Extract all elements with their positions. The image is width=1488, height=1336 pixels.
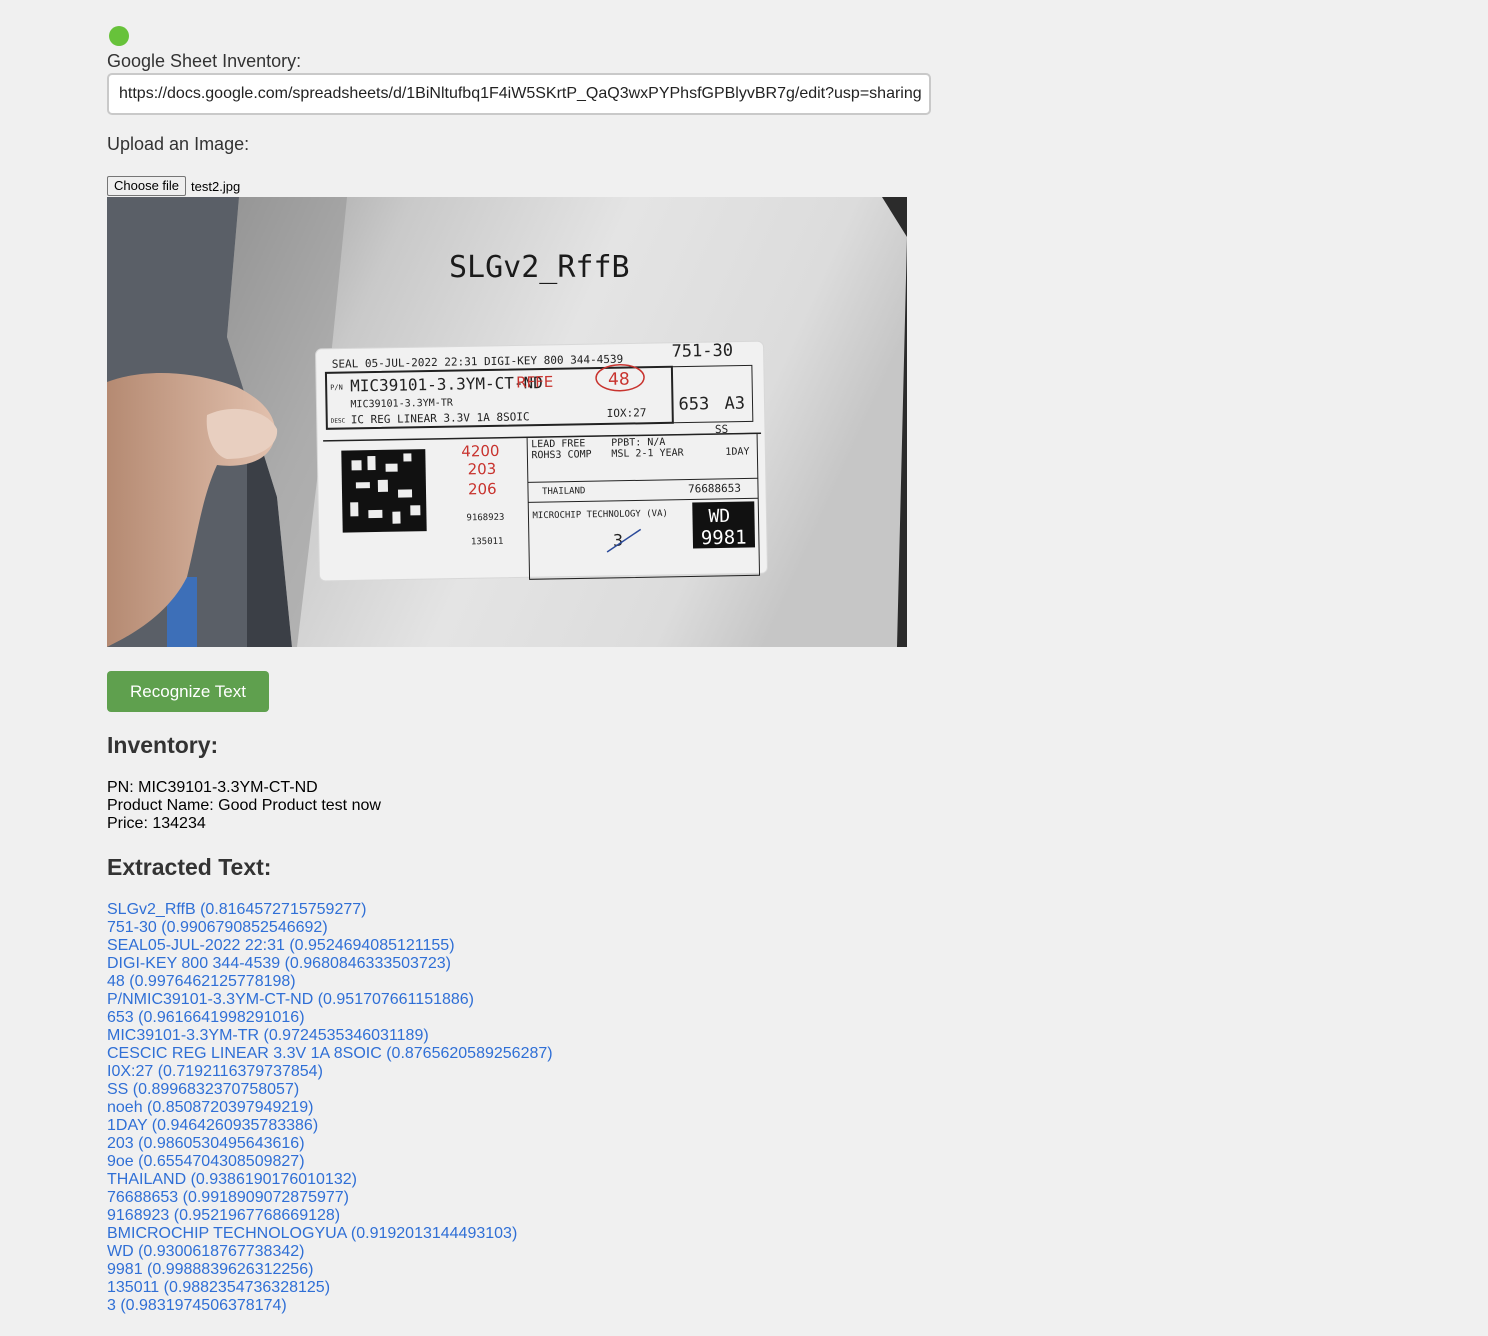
inventory-price: Price: 134234 — [107, 815, 206, 832]
choose-file-button[interactable]: Choose file — [107, 176, 187, 196]
extracted-item[interactable]: SS (0.8996832370758057) — [107, 1081, 553, 1099]
extracted-item[interactable]: 751-30 (0.9906790852546692) — [107, 919, 553, 937]
label-hand-qty2: 203 — [467, 460, 496, 478]
extracted-item[interactable]: CESCIC REG LINEAR 3.3V 1A 8SOIC (0.87656… — [107, 1045, 553, 1063]
label-1day: 1DAY — [725, 446, 749, 457]
file-picker: Choose file test2.jpg — [107, 176, 240, 196]
extracted-item[interactable]: 48 (0.9976462125778198) — [107, 973, 553, 991]
label-iox: IOX:27 — [607, 406, 647, 420]
label-pn: MIC39101-3.3YM-CT-ND — [350, 373, 543, 395]
extracted-item[interactable]: 653 (0.9616641998291016) — [107, 1009, 553, 1027]
label-desc-prefix: DESC — [331, 417, 346, 424]
extracted-item[interactable]: SEAL05-JUL-2022 22:31 (0.952469408512115… — [107, 937, 553, 955]
label-wd: WD — [708, 506, 730, 527]
handwritten-note: SLGv2_RffB — [449, 250, 630, 285]
extracted-item[interactable]: MIC39101-3.3YM-TR (0.9724535346031189) — [107, 1027, 553, 1045]
label-wd-num: 9981 — [701, 527, 747, 550]
extracted-item[interactable]: 135011 (0.9882354736328125) — [107, 1279, 553, 1297]
label-rohs: ROHS3 COMP — [531, 449, 591, 461]
extracted-item[interactable]: noeh (0.8508720397949219) — [107, 1099, 553, 1117]
extracted-item[interactable]: 1DAY (0.9464260935783386) — [107, 1117, 553, 1135]
status-indicator — [109, 26, 129, 46]
selected-file-name: test2.jpg — [191, 178, 241, 194]
extracted-text-list: SLGv2_RffB (0.8164572715759277) 751-30 (… — [107, 901, 553, 1315]
sheet-url-input[interactable]: https://docs.google.com/spreadsheets/d/1… — [107, 73, 931, 115]
label-lead-free: LEAD FREE — [531, 438, 585, 450]
label-code2: 76688653 — [688, 482, 741, 496]
extracted-item[interactable]: 9981 (0.9988839626312256) — [107, 1261, 553, 1279]
upload-label: Upload an Image: — [107, 134, 250, 154]
extracted-item[interactable]: 76688653 (0.9918909072875977) — [107, 1189, 553, 1207]
extracted-item[interactable]: SLGv2_RffB (0.8164572715759277) — [107, 901, 553, 919]
label-ppbt: PPBT: N/A — [611, 437, 665, 449]
label-653: 653 — [678, 394, 709, 415]
extracted-item[interactable]: 203 (0.9860530495643616) — [107, 1135, 553, 1153]
datamatrix-code — [341, 449, 427, 533]
label-hand-qty1: 4200 — [461, 442, 499, 461]
inventory-pn: PN: MIC39101-3.3YM-CT-ND — [107, 779, 318, 796]
inventory-details: PN: MIC39101-3.3YM-CT-ND Product Name: G… — [107, 779, 381, 833]
extracted-item[interactable]: P/NMIC39101-3.3YM-CT-ND (0.9517076611518… — [107, 991, 553, 1009]
extracted-text-heading: Extracted Text: — [107, 854, 272, 880]
label-hand-qty3: 206 — [468, 480, 497, 498]
label-pn-prefix: P/N — [330, 384, 343, 392]
label-code4: 135011 — [471, 537, 504, 548]
label-code-top: 751-30 — [671, 341, 733, 362]
label-hand-48: 48 — [608, 370, 630, 390]
inventory-heading: Inventory: — [107, 732, 219, 758]
extracted-item[interactable]: WD (0.9300618767738342) — [107, 1243, 553, 1261]
extracted-item[interactable]: DIGI-KEY 800 344-4539 (0.968084633350372… — [107, 955, 553, 973]
extracted-item[interactable]: I0X:27 (0.7192116379737854) — [107, 1063, 553, 1081]
label-hand-rffe: RFFE — [516, 373, 553, 392]
extracted-item[interactable]: 9oe (0.6554704308509827) — [107, 1153, 553, 1171]
extracted-item[interactable]: THAILAND (0.9386190176010132) — [107, 1171, 553, 1189]
extracted-item[interactable]: 3 (0.9831974506378174) — [107, 1297, 553, 1315]
label-country: THAILAND — [542, 486, 586, 497]
label-code3: 9168923 — [466, 513, 504, 524]
uploaded-photo: SLGv2_RffB SEAL 05-JUL-2022 22:31 DIGI-K… — [107, 197, 907, 647]
label-a3: A3 — [724, 394, 745, 414]
inventory-product-name: Product Name: Good Product test now — [107, 797, 381, 814]
sheet-label: Google Sheet Inventory: — [107, 51, 302, 71]
uploaded-image-preview: SLGv2_RffB SEAL 05-JUL-2022 22:31 DIGI-K… — [107, 197, 907, 647]
extracted-item[interactable]: 9168923 (0.9521967768669128) — [107, 1207, 553, 1225]
label-msl: MSL 2-1 YEAR — [611, 448, 684, 460]
extracted-item[interactable]: BMICROCHIP TECHNOLOGYUA (0.9192013144493… — [107, 1225, 553, 1243]
label-mfg: MIC39101-3.3YM-TR — [350, 398, 454, 411]
recognize-text-button[interactable]: Recognize Text — [107, 671, 269, 712]
